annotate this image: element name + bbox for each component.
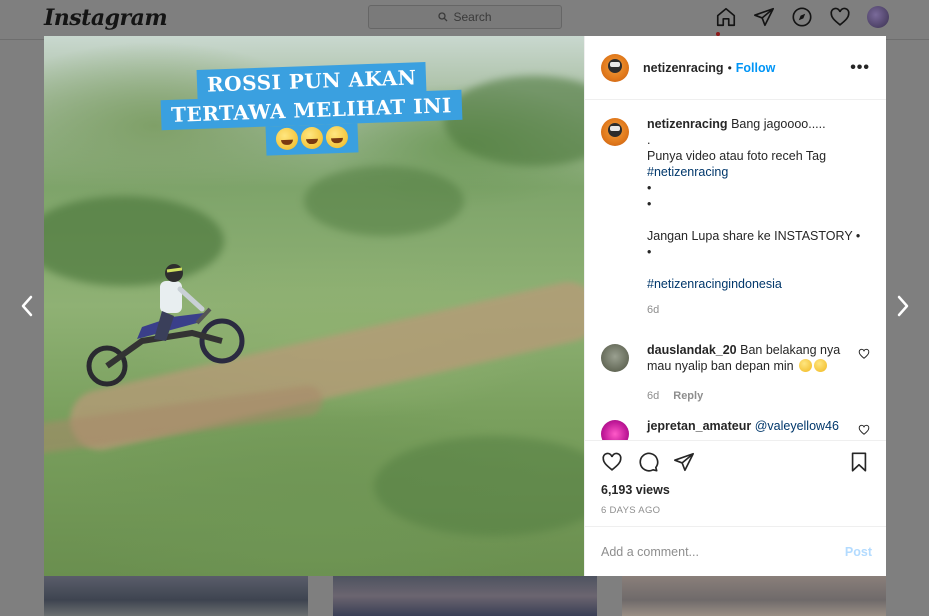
comment-username[interactable]: dauslandak_20	[647, 343, 737, 357]
grinning-emoji-icon	[814, 359, 828, 372]
caption-line	[647, 212, 870, 228]
add-comment-bar: Post	[585, 526, 886, 576]
separator-dot: •	[727, 60, 732, 75]
motocross-rider-image	[86, 264, 245, 387]
activity-heart-icon[interactable]	[829, 6, 851, 28]
winking-laugh-emoji-icon	[325, 125, 348, 149]
profile-avatar[interactable]	[867, 6, 889, 28]
like-heart-icon[interactable]	[601, 451, 623, 473]
comment-time[interactable]: 6d	[647, 388, 659, 404]
view-count[interactable]: 6,193 views	[601, 483, 870, 497]
more-options-button[interactable]: •••	[850, 59, 870, 77]
search-input[interactable]: Search	[368, 5, 562, 29]
caption-time[interactable]: 6d	[647, 302, 659, 318]
caption-line: Punya video atau foto receh Tag	[647, 149, 827, 163]
reply-button[interactable]: Reply	[673, 388, 703, 404]
comment-item: jepretan_amateur @valeyellow46	[601, 418, 870, 440]
like-comment-heart-icon[interactable]	[858, 424, 870, 436]
commenter-avatar[interactable]	[601, 420, 629, 440]
follow-button[interactable]: Follow	[736, 61, 776, 75]
laughing-emoji-icon	[300, 126, 323, 150]
mention-link[interactable]: @valeyellow46	[755, 419, 839, 433]
search-placeholder: Search	[453, 10, 492, 24]
comment-bubble-icon[interactable]	[637, 451, 659, 473]
chevron-right-icon	[897, 295, 909, 317]
author-avatar[interactable]	[601, 118, 629, 146]
hashtag-link[interactable]: #netizenracingindonesia	[647, 276, 870, 292]
home-icon[interactable]	[715, 6, 737, 28]
chevron-left-icon	[21, 295, 33, 317]
instagram-logo[interactable]: Instagram	[44, 5, 168, 31]
save-bookmark-icon[interactable]	[848, 451, 870, 473]
video-caption-overlay: ROSSI PUN AKAN TERTAWA MELIHAT INI	[144, 62, 479, 156]
share-direct-icon[interactable]	[673, 451, 695, 473]
nav-icons	[715, 6, 889, 28]
like-comment-heart-icon[interactable]	[858, 348, 870, 360]
hashtag-link[interactable]: #netizenracing	[647, 164, 870, 180]
laughing-emoji-icon	[275, 127, 298, 151]
caption-line	[647, 260, 870, 276]
grid-thumbnail[interactable]	[44, 576, 308, 616]
next-post-arrow[interactable]	[891, 292, 915, 320]
post-comment-button[interactable]: Post	[845, 545, 872, 559]
caption-line: .	[647, 133, 651, 147]
search-icon	[438, 12, 448, 22]
top-navbar: Instagram Search	[0, 0, 929, 40]
post-side-panel: netizenracing • Follow ••• netizenracing…	[584, 36, 886, 576]
caption-line: Jangan Lupa share ke INSTASTORY •	[647, 229, 861, 243]
caption-line: •	[647, 181, 652, 195]
author-avatar[interactable]	[601, 53, 629, 82]
explore-icon[interactable]	[791, 6, 813, 28]
previous-post-arrow[interactable]	[15, 292, 39, 320]
post-modal: ROSSI PUN AKAN TERTAWA MELIHAT INI netiz…	[44, 36, 886, 576]
caption-line: •	[647, 245, 652, 259]
comment-username[interactable]: jepretan_amateur	[647, 419, 751, 433]
post-video[interactable]: ROSSI PUN AKAN TERTAWA MELIHAT INI	[44, 36, 584, 576]
post-header: netizenracing • Follow •••	[585, 36, 886, 100]
grid-thumbnail[interactable]	[622, 576, 886, 616]
comment-text: mau nyalip ban depan min	[647, 359, 794, 373]
laughing-emoji-row	[265, 123, 358, 156]
grinning-emoji-icon	[799, 359, 813, 372]
action-bar	[601, 451, 870, 473]
comment-text: Ban belakang nya	[740, 343, 841, 357]
post-timestamp[interactable]: 6 DAYS AGO	[601, 505, 870, 516]
add-comment-input[interactable]	[601, 544, 845, 559]
caption-text: Bang jagoooo.....	[731, 117, 826, 131]
comments-list[interactable]: netizenracing Bang jagoooo..... . Punya …	[585, 100, 886, 440]
caption-line: •	[647, 197, 652, 211]
post-actions-section: 6,193 views 6 DAYS AGO	[585, 440, 886, 526]
author-username[interactable]: netizenracing	[643, 61, 724, 75]
commenter-avatar[interactable]	[601, 344, 629, 372]
comment-item: dauslandak_20 Ban belakang nya mau nyali…	[601, 342, 870, 404]
caption-comment: netizenracing Bang jagoooo..... . Punya …	[601, 116, 870, 318]
direct-icon[interactable]	[753, 6, 775, 28]
caption-username[interactable]: netizenracing	[647, 117, 728, 131]
grid-thumbnail[interactable]	[333, 576, 597, 616]
